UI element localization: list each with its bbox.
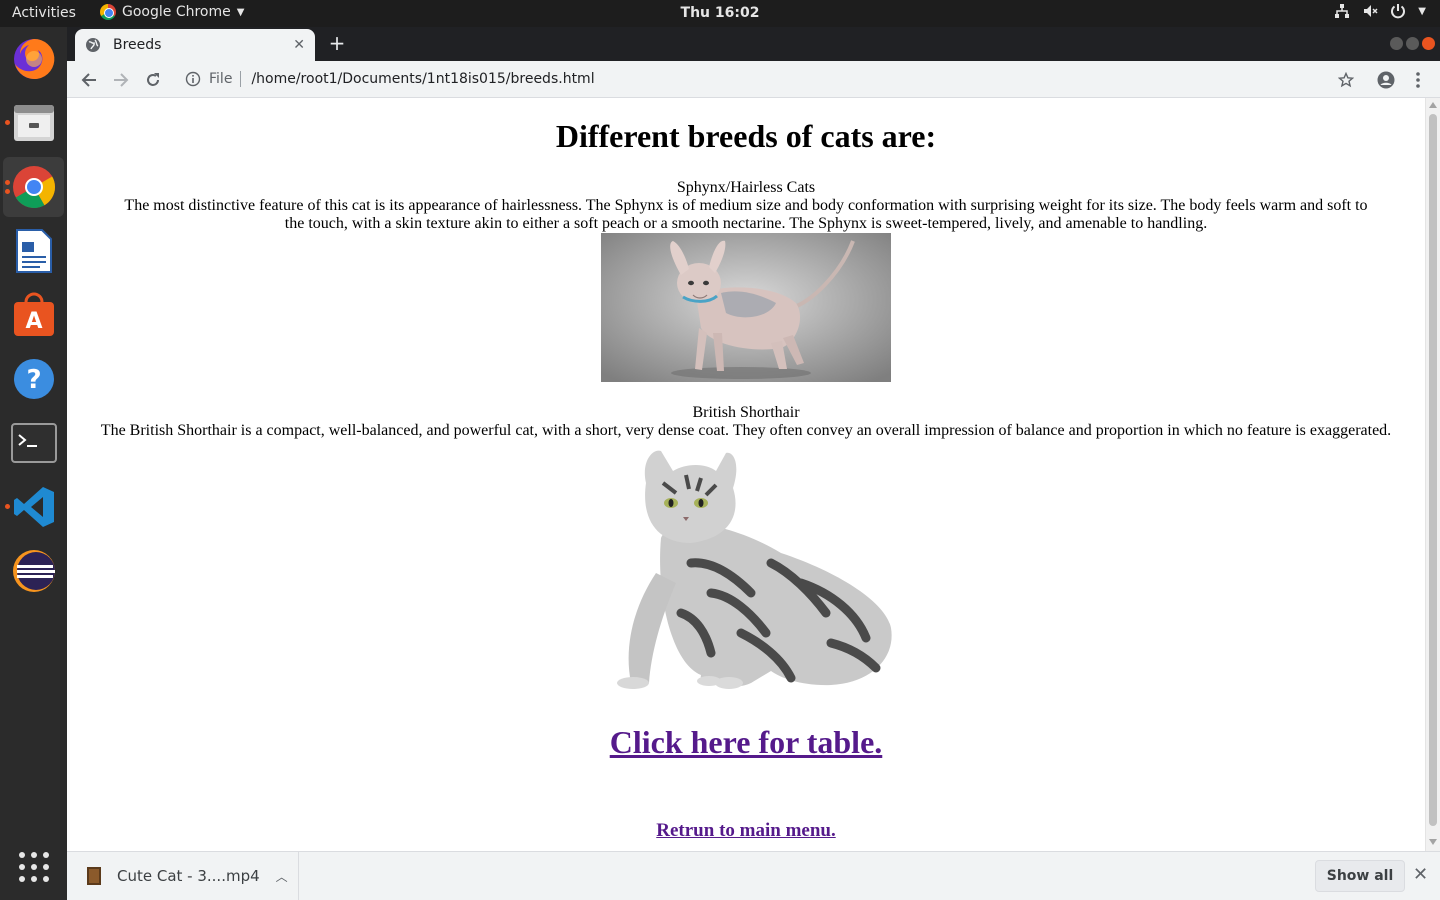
- download-shelf: Cute Cat - 3....mp4 ︿ Show all ✕: [67, 851, 1440, 900]
- dock-eclipse[interactable]: [3, 541, 64, 601]
- tab-title: Breeds: [113, 37, 162, 53]
- scroll-down-icon[interactable]: [1429, 839, 1437, 845]
- close-shelf-icon[interactable]: ✕: [1413, 864, 1428, 885]
- eclipse-icon: [12, 550, 55, 592]
- star-icon: [1338, 72, 1354, 88]
- dock-chrome[interactable]: [3, 157, 64, 217]
- terminal-icon: [10, 423, 57, 463]
- dock-terminal[interactable]: [3, 413, 64, 473]
- download-file-name: Cute Cat - 3....mp4: [117, 867, 260, 885]
- dock-firefox[interactable]: [3, 29, 64, 89]
- firefox-icon: [13, 38, 54, 79]
- dock-vscode[interactable]: [3, 477, 64, 537]
- svg-text:A: A: [25, 309, 42, 334]
- info-icon: [185, 71, 201, 87]
- more-vert-icon: [1416, 72, 1420, 88]
- software-center-icon: A: [13, 292, 54, 336]
- chevron-down-icon: ▼: [236, 6, 245, 18]
- url-text[interactable]: /home/root1/Documents/1nt18is015/breeds.…: [251, 71, 594, 87]
- breed-name-sphynx: Sphynx/Hairless Cats: [676, 179, 816, 196]
- scrollbar-thumb[interactable]: [1429, 114, 1437, 826]
- chevron-up-icon[interactable]: ︿: [276, 868, 288, 885]
- arrow-right-icon: [114, 73, 129, 87]
- app-menu-label: Google Chrome: [122, 4, 231, 20]
- vertical-scrollbar[interactable]: [1425, 98, 1440, 851]
- system-tray[interactable]: ▼: [1334, 3, 1426, 19]
- table-link[interactable]: Click here for table.: [67, 724, 1425, 761]
- activities-button[interactable]: Activities: [12, 5, 76, 21]
- running-indicator: [5, 189, 10, 194]
- arrow-left-icon: [81, 73, 96, 87]
- reload-icon: [147, 73, 159, 86]
- running-indicator: [5, 504, 10, 509]
- show-all-button[interactable]: Show all: [1315, 860, 1405, 892]
- chrome-icon: [12, 166, 55, 209]
- profile-button[interactable]: [1373, 67, 1399, 93]
- running-indicator: [5, 120, 10, 125]
- url-scheme-label: File: [209, 71, 242, 87]
- close-tab-icon[interactable]: ✕: [293, 37, 305, 53]
- dock-files[interactable]: [3, 93, 64, 153]
- help-icon: ?: [13, 359, 54, 399]
- tab-breeds[interactable]: Breeds ✕: [75, 29, 315, 61]
- svg-text:?: ?: [26, 365, 41, 395]
- volume-muted-icon: [1364, 5, 1378, 17]
- breed-description-sphynx: The most distinctive feature of this cat…: [124, 197, 1368, 232]
- globe-icon: [86, 38, 100, 52]
- dock-libreoffice-writer[interactable]: [3, 221, 64, 281]
- chrome-icon: [100, 4, 116, 20]
- back-button[interactable]: [76, 67, 102, 93]
- page-content: Different breeds of cats are: Sphynx/Hai…: [67, 98, 1425, 851]
- power-icon: [1391, 4, 1406, 19]
- sphynx-cat-image: [601, 233, 891, 382]
- tab-strip: Breeds ✕ +: [67, 27, 1440, 61]
- dock-show-applications[interactable]: [3, 837, 64, 897]
- app-grid-icon: [18, 852, 49, 882]
- dock-help[interactable]: ?: [3, 349, 64, 409]
- vscode-icon: [13, 487, 54, 527]
- main-menu-link[interactable]: Retrun to main menu.: [67, 820, 1425, 842]
- address-bar[interactable]: File /home/root1/Documents/1nt18is015/br…: [177, 64, 1357, 94]
- breed-name-british-shorthair: British Shorthair: [692, 404, 800, 421]
- breed-description-british-shorthair: The British Shorthair is a compact, well…: [100, 422, 1392, 439]
- libreoffice-writer-icon: [15, 229, 52, 273]
- close-window-button[interactable]: [1422, 37, 1435, 50]
- browser-toolbar: File /home/root1/Documents/1nt18is015/br…: [67, 61, 1440, 98]
- british-shorthair-cat-image: [601, 443, 896, 693]
- chevron-down-icon: ▼: [1418, 5, 1426, 17]
- scroll-up-icon[interactable]: [1429, 102, 1437, 108]
- video-file-icon: [87, 867, 101, 885]
- forward-button[interactable]: [108, 67, 134, 93]
- system-top-bar: Activities Google Chrome ▼ Thu 16:02 ▼: [0, 0, 1440, 27]
- bookmark-button[interactable]: [1333, 67, 1359, 93]
- maximize-window-button[interactable]: [1406, 37, 1419, 50]
- reload-button[interactable]: [140, 67, 166, 93]
- dock-software-center[interactable]: A: [3, 285, 64, 345]
- new-tab-button[interactable]: +: [325, 32, 349, 56]
- app-menu[interactable]: Google Chrome ▼: [100, 4, 244, 20]
- files-icon: [13, 105, 54, 141]
- download-item[interactable]: Cute Cat - 3....mp4 ︿: [67, 852, 299, 900]
- ubuntu-dock: A ?: [0, 27, 67, 900]
- minimize-window-button[interactable]: [1390, 37, 1403, 50]
- network-icon: [1335, 4, 1350, 18]
- running-indicator: [5, 180, 10, 185]
- menu-button[interactable]: [1405, 67, 1431, 93]
- account-icon: [1377, 71, 1395, 89]
- page-title: Different breeds of cats are:: [555, 118, 937, 154]
